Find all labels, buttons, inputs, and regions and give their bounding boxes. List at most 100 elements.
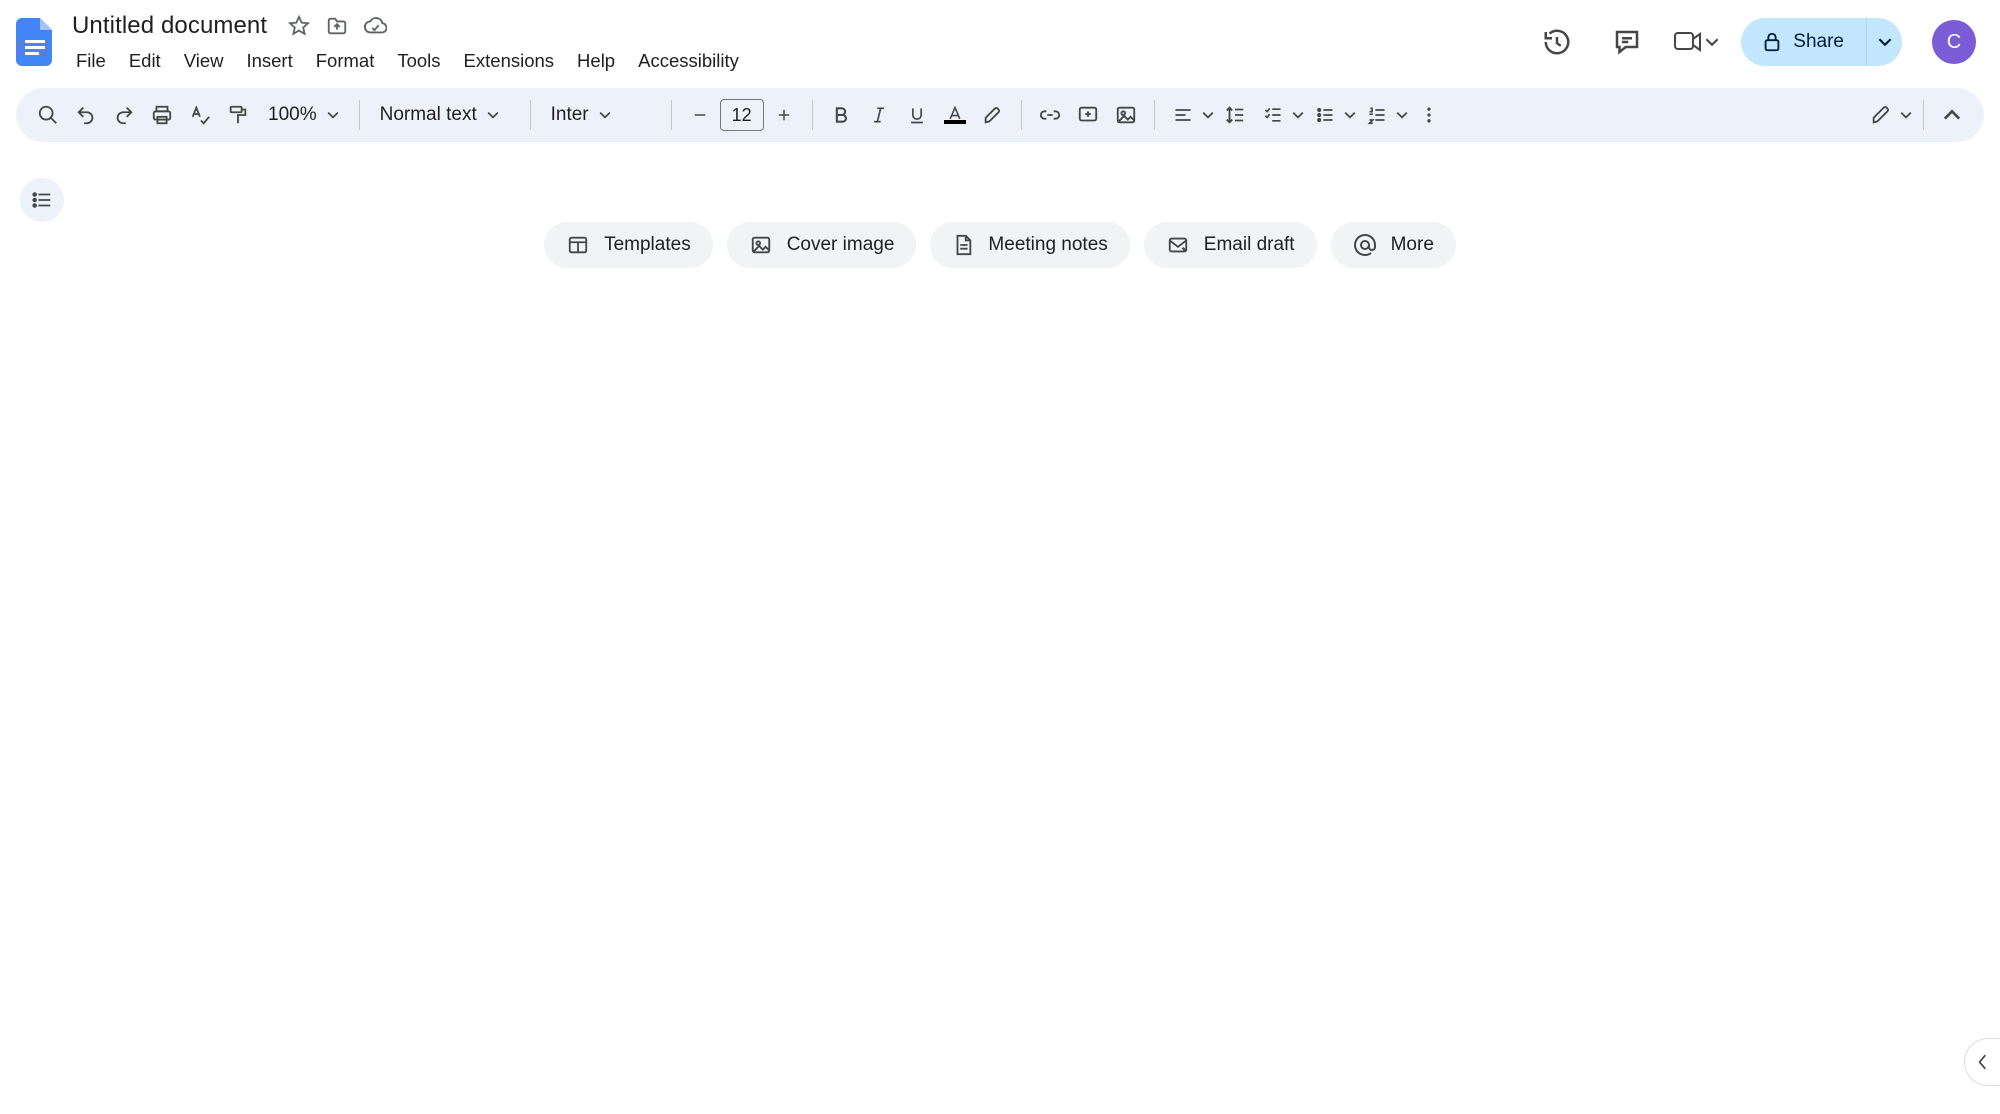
font-select[interactable]: Inter <box>541 97 661 133</box>
increase-font-size[interactable] <box>766 97 802 133</box>
font-size-input[interactable]: 12 <box>720 99 764 131</box>
paint-format-icon[interactable] <box>220 97 256 133</box>
font-size-value: 12 <box>732 105 752 126</box>
caret-down-icon <box>599 109 611 121</box>
lock-icon <box>1761 31 1783 53</box>
comments-icon[interactable] <box>1603 18 1651 66</box>
separator <box>1154 100 1155 130</box>
avatar-initial: C <box>1947 31 1961 54</box>
style-value: Normal text <box>380 104 477 126</box>
image-icon <box>749 234 773 256</box>
insert-link-icon[interactable] <box>1032 97 1068 133</box>
zoom-value: 100% <box>268 104 317 126</box>
print-icon[interactable] <box>144 97 180 133</box>
menu-extensions[interactable]: Extensions <box>454 45 565 77</box>
caret-down-icon <box>1291 109 1305 121</box>
share-button[interactable]: Share <box>1741 18 1866 66</box>
caret-down-icon <box>1878 35 1892 49</box>
share-label: Share <box>1793 31 1844 53</box>
move-icon[interactable] <box>325 14 349 38</box>
menu-help[interactable]: Help <box>567 45 625 77</box>
align-button[interactable] <box>1165 97 1215 133</box>
chip-templates[interactable]: Templates <box>544 222 713 268</box>
insert-image-icon[interactable] <box>1108 97 1144 133</box>
separator <box>1923 100 1924 130</box>
document-icon <box>952 233 974 257</box>
menu-edit[interactable]: Edit <box>119 45 171 77</box>
cloud-status-icon[interactable] <box>363 14 387 38</box>
line-spacing-button[interactable] <box>1217 97 1253 133</box>
collapse-toolbar-icon[interactable] <box>1934 97 1970 133</box>
caret-down-icon <box>1343 109 1357 121</box>
more-tools-icon[interactable] <box>1411 97 1447 133</box>
search-menus-icon[interactable] <box>30 97 66 133</box>
header: Untitled document File Edit View Insert … <box>0 0 2000 82</box>
caret-down-icon <box>1201 109 1215 121</box>
undo-icon[interactable] <box>68 97 104 133</box>
separator <box>530 100 531 130</box>
add-comment-icon[interactable] <box>1070 97 1106 133</box>
decrease-font-size[interactable] <box>682 97 718 133</box>
avatar[interactable]: C <box>1932 20 1976 64</box>
bold-button[interactable] <box>823 97 859 133</box>
chip-cover-image[interactable]: Cover image <box>727 222 917 268</box>
toolbar-container: 100% Normal text Inter 12 <box>0 82 2000 142</box>
at-icon <box>1353 233 1377 257</box>
star-icon[interactable] <box>287 14 311 38</box>
side-panel-toggle[interactable] <box>1964 1038 2000 1086</box>
title-row: Untitled document <box>62 10 749 42</box>
caret-down-icon <box>487 109 499 121</box>
menu-view[interactable]: View <box>174 45 234 77</box>
share-button-group: Share <box>1741 18 1902 66</box>
separator <box>671 100 672 130</box>
chip-label: Templates <box>604 234 691 256</box>
chip-label: Cover image <box>787 234 895 256</box>
paragraph-style-select[interactable]: Normal text <box>370 97 520 133</box>
list-icon <box>31 189 53 211</box>
caret-down-icon <box>1395 109 1409 121</box>
header-left: Untitled document File Edit View Insert … <box>62 10 749 77</box>
menubar: File Edit View Insert Format Tools Exten… <box>62 42 749 77</box>
bulleted-list-button[interactable] <box>1307 97 1357 133</box>
menu-tools[interactable]: Tools <box>387 45 450 77</box>
templates-icon <box>566 234 590 256</box>
chip-meeting-notes[interactable]: Meeting notes <box>930 222 1129 268</box>
caret-down-icon <box>1705 35 1719 49</box>
checklist-button[interactable] <box>1255 97 1305 133</box>
zoom-select[interactable]: 100% <box>258 97 349 133</box>
highlight-button[interactable] <box>975 97 1011 133</box>
chip-more[interactable]: More <box>1331 222 1456 268</box>
text-color-button[interactable] <box>937 97 973 133</box>
spellcheck-icon[interactable] <box>182 97 218 133</box>
editing-mode-button[interactable] <box>1863 97 1913 133</box>
menu-accessibility[interactable]: Accessibility <box>628 45 749 77</box>
font-value: Inter <box>551 104 589 126</box>
caret-down-icon <box>327 109 339 121</box>
docs-logo[interactable] <box>10 16 62 68</box>
history-icon[interactable] <box>1533 18 1581 66</box>
caret-down-icon <box>1899 109 1913 121</box>
email-icon <box>1166 234 1190 256</box>
chevron-left-icon <box>1977 1054 1989 1070</box>
underline-button[interactable] <box>899 97 935 133</box>
chip-label: Meeting notes <box>988 234 1107 256</box>
suggestion-chips: Templates Cover image Meeting notes Emai… <box>0 222 2000 268</box>
meet-button[interactable] <box>1673 29 1719 55</box>
separator <box>812 100 813 130</box>
numbered-list-button[interactable] <box>1359 97 1409 133</box>
menu-file[interactable]: File <box>66 45 116 77</box>
redo-icon[interactable] <box>106 97 142 133</box>
chip-label: More <box>1391 234 1434 256</box>
text-color-swatch <box>944 120 966 124</box>
menu-format[interactable]: Format <box>306 45 385 77</box>
share-dropdown[interactable] <box>1866 18 1902 66</box>
separator <box>1021 100 1022 130</box>
chip-label: Email draft <box>1204 234 1295 256</box>
separator <box>359 100 360 130</box>
toolbar: 100% Normal text Inter 12 <box>16 88 1984 142</box>
document-title[interactable]: Untitled document <box>66 10 273 42</box>
menu-insert[interactable]: Insert <box>236 45 302 77</box>
chip-email-draft[interactable]: Email draft <box>1144 222 1317 268</box>
italic-button[interactable] <box>861 97 897 133</box>
outline-toggle[interactable] <box>20 178 64 222</box>
